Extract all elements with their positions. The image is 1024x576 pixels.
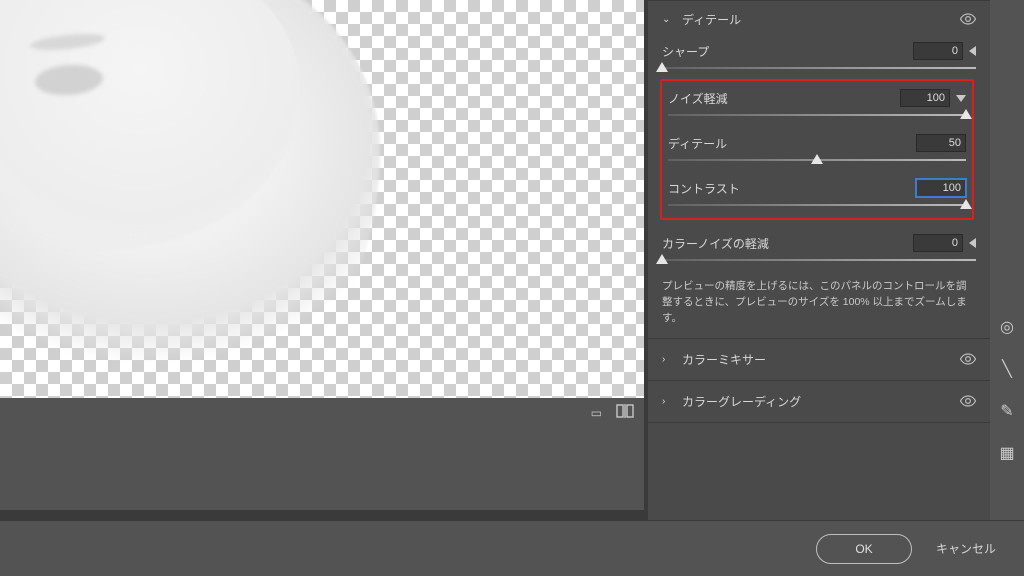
visibility-icon[interactable] [960,394,976,410]
section-color-grading: › カラーグレーディング [648,380,990,422]
slider-color-noise: カラーノイズの軽減 [662,234,976,265]
section-color-grading-title: カラーグレーディング [682,393,801,410]
disclosure-left-icon[interactable] [969,46,976,56]
slider-noise-label: ノイズ軽減 [668,90,728,107]
slider-contrast-value[interactable] [916,179,966,197]
disclosure-left-icon[interactable] [969,238,976,248]
preview-hint-text: プレビューの精度を上げるには、このパネルのコントロールを調整するときに、プレビュ… [662,279,976,326]
slider-detail-label: ディテール [668,135,727,152]
section-next [648,422,990,435]
ok-button[interactable]: OK [816,534,912,564]
dialog-footer: OK キャンセル [0,520,1024,576]
section-color-grading-header[interactable]: › カラーグレーディング [662,393,976,410]
slider-color-noise-label: カラーノイズの軽減 [662,235,769,252]
slider-sharpen-value[interactable] [913,42,963,60]
slider-color-noise-value[interactable] [913,234,963,252]
slider-sharpen-label: シャープ [662,43,709,60]
slider-detail: ディテール [668,134,966,165]
tool-rail: ◎ ╲ ✎ ▦ [990,0,1024,520]
highlighted-group: ノイズ軽減 ディテール [660,79,974,220]
image-preview[interactable] [0,0,644,398]
section-color-mixer: › カラーミキサー [648,338,990,380]
chevron-down-icon: ⌄ [662,14,672,25]
fit-view-icon[interactable]: ▭ [591,406,602,420]
section-detail-title: ディテール [682,11,741,28]
preview-area: ▭ [0,0,648,520]
visibility-icon[interactable] [960,12,976,28]
section-detail-header[interactable]: ⌄ ディテール [662,11,976,28]
slider-color-noise-track[interactable] [662,255,976,265]
adjustments-panel: ⌄ ディテール シャープ [648,0,1024,520]
compare-view-icon[interactable] [616,402,634,423]
disclosure-down-icon[interactable] [956,95,966,102]
slider-noise: ノイズ軽減 [668,89,966,120]
slider-noise-value[interactable] [900,89,950,107]
slider-sharpen: シャープ [662,42,976,73]
target-tool-icon[interactable]: ◎ [990,310,1024,344]
slider-noise-track[interactable] [668,110,966,120]
slider-detail-value[interactable] [916,134,966,152]
chevron-right-icon: › [662,396,672,407]
slider-contrast-label: コントラスト [668,180,740,197]
slider-sharpen-track[interactable] [662,63,976,73]
section-color-mixer-header[interactable]: › カラーミキサー [662,351,976,368]
slider-contrast-track[interactable] [668,200,966,210]
grid-tool-icon[interactable]: ▦ [990,436,1024,470]
eyedropper-tool-icon[interactable]: ✎ [990,394,1024,428]
section-color-mixer-title: カラーミキサー [682,351,766,368]
slider-detail-track[interactable] [668,155,966,165]
canvas-toolbar: ▭ [0,398,648,510]
cancel-button[interactable]: キャンセル [936,540,996,557]
line-tool-icon[interactable]: ╲ [990,352,1024,386]
visibility-icon[interactable] [960,352,976,368]
slider-contrast: コントラスト [668,179,966,210]
section-detail: ⌄ ディテール シャープ [648,0,990,338]
chevron-right-icon: › [662,354,672,365]
